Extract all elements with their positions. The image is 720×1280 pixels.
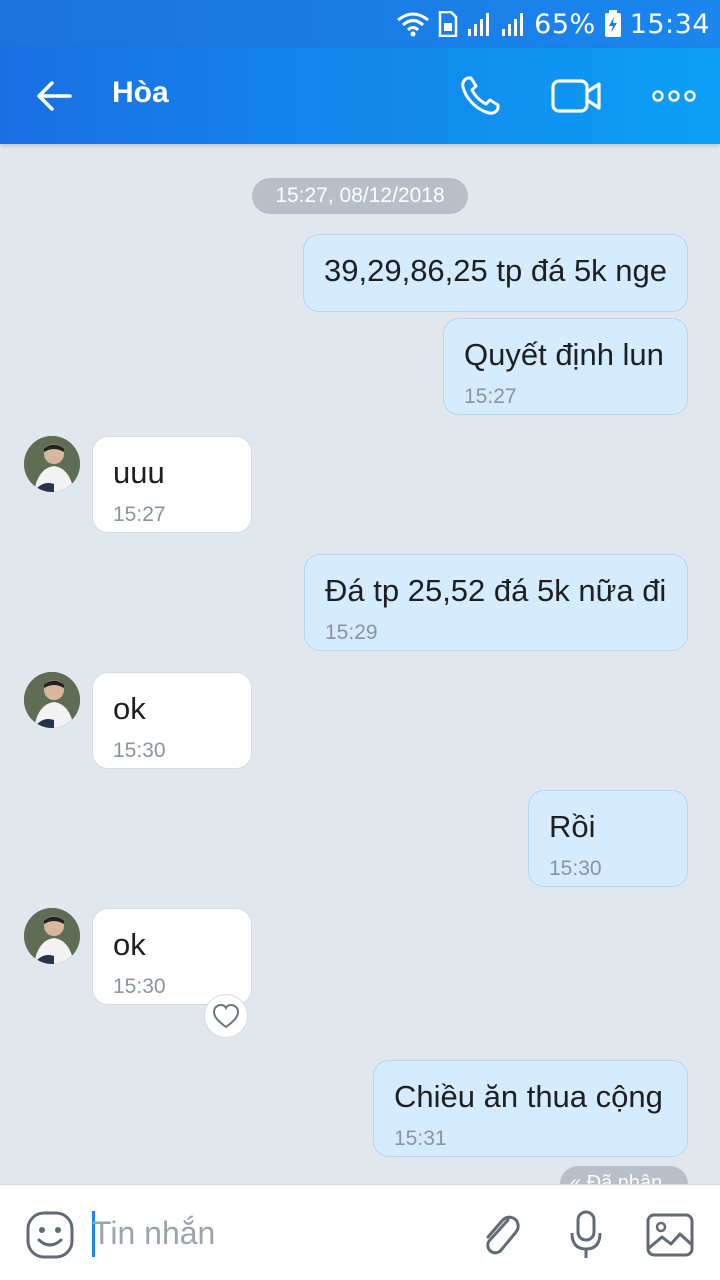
message-text: Quyết định lun: [464, 337, 664, 372]
contact-name[interactable]: Hòa: [112, 76, 169, 110]
attach-button[interactable]: [472, 1207, 528, 1263]
message-time: 15:30: [113, 739, 166, 762]
message-bubble-outgoing[interactable]: Chiều ăn thua cộng 15:31: [373, 1060, 688, 1157]
avatar[interactable]: [24, 672, 80, 728]
sim-card-icon: [438, 11, 458, 37]
message-list[interactable]: 15:27, 08/12/2018 39,29,86,25 tp đá 5k n…: [0, 144, 720, 1184]
message-text: 39,29,86,25 tp đá 5k nge: [324, 253, 668, 288]
message-bubble-outgoing[interactable]: Quyết định lun 15:27: [443, 318, 688, 415]
video-call-icon: [551, 79, 601, 113]
status-bar: 65% 15:34: [0, 0, 720, 48]
heart-icon: [212, 1003, 240, 1029]
date-divider: 15:27, 08/12/2018: [252, 178, 468, 214]
clock: 15:34: [629, 8, 710, 40]
message-bubble-incoming[interactable]: ok 15:30: [92, 908, 252, 1005]
message-text: Đá tp 25,52 đá 5k nữa đi: [325, 573, 667, 608]
message-time: 15:27: [464, 385, 517, 408]
wifi-icon: [396, 10, 430, 38]
message-bubble-incoming[interactable]: uuu 15:27: [92, 436, 252, 533]
attachment-icon: [486, 1215, 520, 1255]
emoji-icon: [26, 1211, 74, 1259]
message-text: Chiều ăn thua cộng: [394, 1079, 663, 1114]
delivery-status-badge: « Đã nhận: [560, 1166, 688, 1184]
message-input[interactable]: [92, 1209, 452, 1257]
chat-header: Hòa: [0, 48, 720, 144]
video-call-button[interactable]: [548, 68, 604, 124]
message-text: Rồi: [549, 809, 596, 844]
call-button[interactable]: [452, 68, 508, 124]
image-icon: [646, 1213, 694, 1257]
delivery-status-text: Đã nhận: [586, 1172, 663, 1184]
more-icon: [652, 90, 696, 102]
signal-icon-1: [466, 11, 492, 37]
message-text: ok: [113, 691, 146, 726]
message-time: 15:31: [394, 1127, 447, 1150]
message-time: 15:30: [113, 975, 166, 998]
like-reaction-button[interactable]: [204, 994, 248, 1038]
signal-icon-2: [500, 11, 526, 37]
back-arrow-icon: [37, 81, 72, 111]
message-bubble-outgoing[interactable]: Đá tp 25,52 đá 5k nữa đi 15:29: [304, 554, 688, 651]
composer: [0, 1184, 720, 1280]
message-time: 15:27: [113, 503, 166, 526]
message-text: ok: [113, 927, 146, 962]
image-button[interactable]: [642, 1207, 698, 1263]
message-time: 15:30: [549, 857, 602, 880]
voice-button[interactable]: [558, 1207, 614, 1263]
back-button[interactable]: [30, 72, 78, 120]
emoji-button[interactable]: [22, 1207, 78, 1263]
microphone-icon: [570, 1210, 602, 1258]
message-bubble-outgoing[interactable]: 39,29,86,25 tp đá 5k nge: [303, 234, 688, 312]
message-time: 15:29: [325, 621, 378, 644]
more-button[interactable]: [646, 68, 702, 124]
message-text: uuu: [113, 455, 165, 490]
avatar[interactable]: [24, 908, 80, 964]
battery-icon: [604, 10, 622, 38]
double-check-icon: «: [570, 1172, 582, 1184]
message-bubble-outgoing[interactable]: Rồi 15:30: [528, 790, 688, 887]
avatar[interactable]: [24, 436, 80, 492]
phone-icon: [461, 76, 500, 115]
message-bubble-incoming[interactable]: ok 15:30: [92, 672, 252, 769]
battery-percent: 65%: [534, 8, 596, 40]
